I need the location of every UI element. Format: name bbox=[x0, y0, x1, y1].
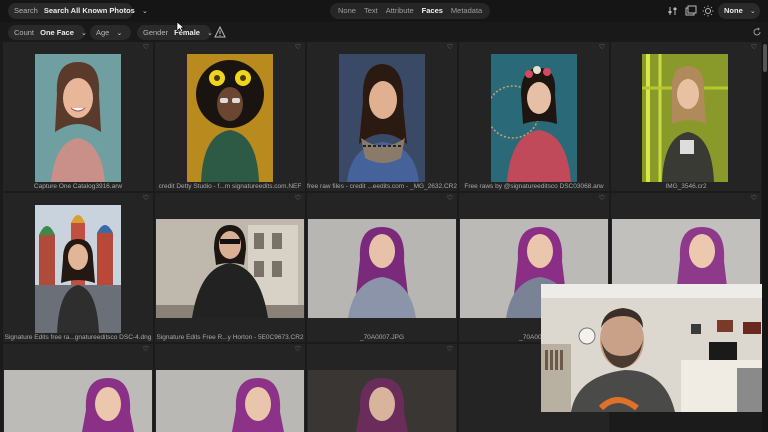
tab-attribute[interactable]: Attribute bbox=[382, 3, 418, 19]
brightness-icon[interactable] bbox=[702, 5, 714, 17]
photo-caption: Capture One Catalog3916.arw bbox=[33, 183, 123, 190]
photo-caption: Free raws by @signatureeditsco DSC03068.… bbox=[464, 183, 604, 190]
reset-icon[interactable] bbox=[752, 27, 762, 37]
face-filter-bar: Count One Face ⌄ Age ⌄ Gender Female ⌄ bbox=[0, 21, 768, 42]
heart-icon[interactable]: ♡ bbox=[143, 43, 149, 51]
photo-cell[interactable]: ♡ Signature Edits free ra...gnatureedits… bbox=[3, 193, 153, 342]
photo-cell[interactable]: ♡ bbox=[155, 344, 305, 432]
heart-icon[interactable]: ♡ bbox=[447, 194, 453, 202]
webcam-overlay bbox=[541, 284, 768, 412]
photo-caption: IMG_3546.cr2 bbox=[665, 183, 707, 190]
photo-caption: Signature Edits Free R...y Horton - 5E0C… bbox=[156, 334, 304, 341]
search-mode-tabs: None Text Attribute Faces Metadata bbox=[330, 3, 491, 19]
photo-caption: _70A0007.JPG bbox=[359, 334, 405, 341]
heart-icon[interactable]: ♡ bbox=[143, 345, 149, 353]
photo-thumbnail bbox=[339, 54, 425, 182]
photos-icon[interactable] bbox=[685, 5, 697, 17]
chevron-down-icon: ⌄ bbox=[80, 30, 87, 37]
heart-icon[interactable]: ♡ bbox=[143, 194, 149, 202]
count-value: One Face bbox=[40, 28, 74, 37]
warning-icon[interactable] bbox=[214, 26, 226, 38]
photo-cell[interactable]: ♡ Free raws by @signatureeditsco DSC0306… bbox=[459, 42, 609, 191]
heart-icon[interactable]: ♡ bbox=[751, 43, 757, 51]
photo-caption: free raw files - credit ...eedits.com - … bbox=[307, 183, 457, 190]
heart-icon[interactable]: ♡ bbox=[295, 43, 301, 51]
photo-cell[interactable]: ♡ bbox=[3, 344, 153, 432]
search-value: Search All Known Photos bbox=[43, 6, 135, 15]
tab-metadata[interactable]: Metadata bbox=[447, 3, 486, 19]
age-dropdown[interactable]: Age ⌄ bbox=[90, 25, 131, 40]
photo-caption: credit Detty Studio - f...m signatureedi… bbox=[158, 183, 302, 190]
photo-cell[interactable]: ♡ _70A0007.JPG bbox=[307, 193, 457, 342]
photo-thumbnail bbox=[308, 219, 456, 318]
gender-dropdown[interactable]: Gender Female ⌄ bbox=[137, 25, 213, 40]
count-dropdown[interactable]: Count One Face ⌄ bbox=[8, 25, 87, 40]
grid-scrollbar[interactable] bbox=[762, 42, 768, 432]
heart-icon[interactable]: ♡ bbox=[295, 345, 301, 353]
photo-thumbnail bbox=[4, 370, 152, 432]
tab-faces[interactable]: Faces bbox=[418, 3, 447, 19]
photo-cell[interactable]: ♡ bbox=[307, 344, 457, 432]
photo-thumbnail bbox=[308, 370, 456, 432]
sort-value: None bbox=[724, 6, 743, 15]
sort-dropdown[interactable]: None ⌄ bbox=[718, 3, 760, 19]
photo-cell[interactable]: ♡ Capture One Catalog3916.arw bbox=[3, 42, 153, 191]
photo-cell[interactable]: ♡ credit Detty Studio - f...m signaturee… bbox=[155, 42, 305, 191]
photo-thumbnail bbox=[187, 54, 273, 182]
photo-cell[interactable]: ♡ free raw files - credit ...eedits.com … bbox=[307, 42, 457, 191]
photo-caption: Signature Edits free ra...gnatureeditsco… bbox=[4, 334, 152, 341]
heart-icon[interactable]: ♡ bbox=[599, 194, 605, 202]
chevron-down-icon: ⌄ bbox=[116, 30, 123, 37]
count-label: Count bbox=[14, 28, 35, 37]
heart-icon[interactable]: ♡ bbox=[447, 43, 453, 51]
scrollbar-thumb[interactable] bbox=[763, 44, 767, 72]
photo-thumbnail bbox=[156, 370, 304, 432]
heart-icon[interactable]: ♡ bbox=[599, 43, 605, 51]
presenter-video bbox=[541, 284, 768, 412]
search-label: Search bbox=[14, 6, 38, 15]
chevron-down-icon: ⌄ bbox=[141, 8, 148, 15]
top-toolbar: Search Search All Known Photos ⌄ None Te… bbox=[0, 0, 768, 22]
photo-cell[interactable]: ♡ Signature Edits Free R...y Horton - 5E… bbox=[155, 193, 305, 342]
tab-text[interactable]: Text bbox=[360, 3, 382, 19]
photo-thumbnail bbox=[642, 54, 728, 182]
chevron-down-icon: ⌄ bbox=[749, 8, 756, 15]
photo-cell[interactable]: ♡ IMG_3546.cr2 bbox=[611, 42, 761, 191]
heart-icon[interactable]: ♡ bbox=[447, 345, 453, 353]
gender-label: Gender bbox=[143, 28, 169, 37]
heart-icon[interactable]: ♡ bbox=[295, 194, 301, 202]
heart-icon[interactable]: ♡ bbox=[751, 194, 757, 202]
chevron-down-icon: ⌄ bbox=[207, 30, 213, 37]
tab-none[interactable]: None bbox=[334, 3, 360, 19]
photo-thumbnail bbox=[35, 54, 121, 182]
sliders-icon[interactable] bbox=[667, 5, 679, 17]
photo-thumbnail bbox=[491, 54, 577, 182]
age-label: Age bbox=[96, 28, 110, 37]
search-dropdown[interactable]: Search Search All Known Photos ⌄ bbox=[8, 3, 148, 19]
photo-thumbnail bbox=[35, 205, 121, 333]
mouse-cursor-icon bbox=[176, 21, 185, 33]
photo-thumbnail bbox=[156, 219, 304, 318]
